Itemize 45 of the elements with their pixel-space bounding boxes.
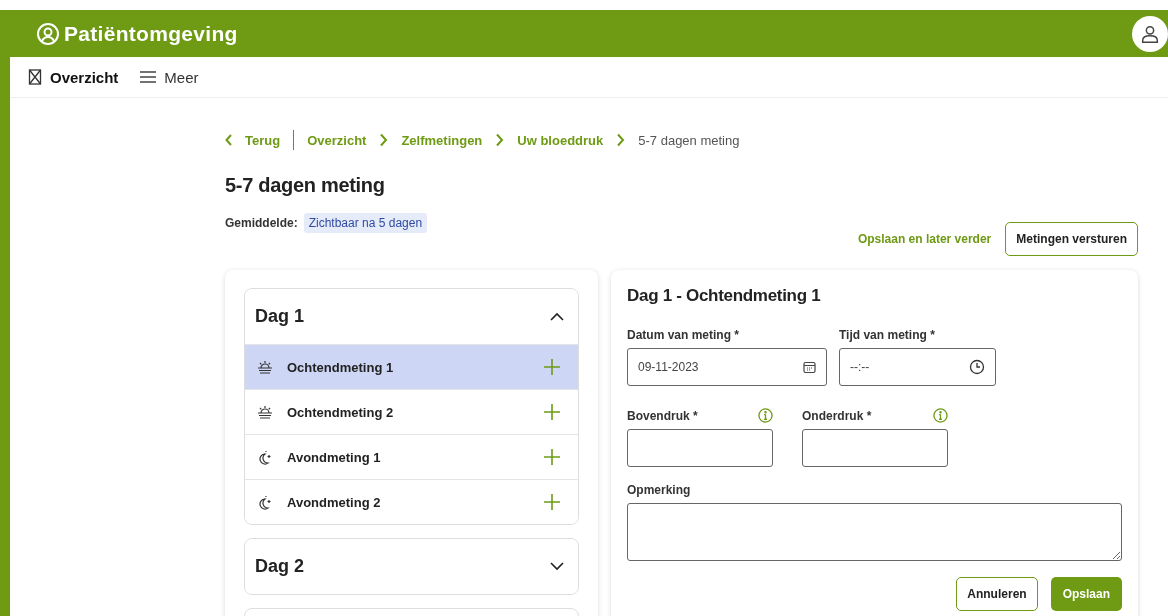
time-field[interactable]: --:-- [839,348,996,386]
calendar-icon [803,360,816,374]
sunrise-icon [257,360,273,374]
day-header[interactable]: Dag 2 [245,539,578,594]
form-title: Dag 1 - Ochtendmeting 1 [627,286,822,306]
plus-icon [544,494,560,510]
date-field[interactable]: 09-11-2023 [627,348,827,386]
info-icon[interactable] [933,408,948,423]
average-label: Gemiddelde: [225,216,298,230]
sunrise-icon [257,405,273,419]
info-icon[interactable] [758,408,773,423]
menu-icon [140,71,157,83]
profile-button[interactable] [1132,15,1168,52]
chevron-right-icon [616,133,626,147]
pressure-input[interactable] [627,429,773,467]
pressure-input[interactable] [802,429,948,467]
field-label: Datum van meting * [627,328,741,342]
moon-icon [257,449,273,465]
user-circle-icon [36,21,60,46]
nav-tab[interactable]: Meer [140,68,199,86]
field-label: Onderdruk * [802,408,872,423]
measurement-item[interactable]: Ochtendmeting 1 [245,344,578,389]
plus-icon [544,404,560,420]
chevron-up-icon [550,312,564,321]
nav-tab[interactable]: Overzicht [28,68,119,86]
hourglass-icon [28,69,42,85]
chevron-right-icon [379,133,389,147]
field-label: Bovendruk * [627,408,698,423]
send-measurements-button[interactable]: Metingen versturen [1005,222,1138,256]
chevron-left-icon [225,134,233,146]
average-status-badge: Zichtbaar na 5 dagen [303,213,428,233]
field-label: Opmerking [627,483,692,497]
plus-icon [544,449,560,465]
plus-icon [544,359,560,375]
clock-icon [969,359,985,375]
moon-icon [257,494,273,510]
field-label: Tijd van meting * [839,328,936,342]
app-title: Patiëntomgeving [64,21,238,46]
page-title: 5-7 dagen meting [225,174,386,197]
breadcrumb-current: 5-7 dagen meting [638,132,740,148]
remark-textarea[interactable] [627,503,1122,561]
cancel-button[interactable]: Annuleren [956,577,1038,611]
measurement-item[interactable]: Avondmeting 2 [245,479,578,524]
chevron-down-icon [550,562,564,571]
chevron-right-icon [495,133,505,147]
